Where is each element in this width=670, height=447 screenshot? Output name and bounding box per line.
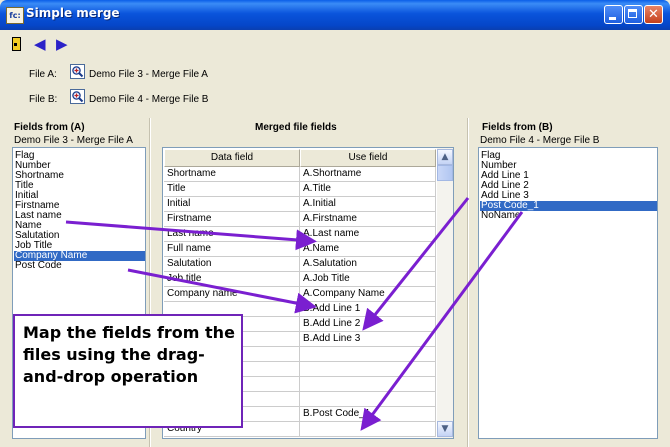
arrow-postcode-to-row [360,211,524,431]
simple-merge-window: fc: Simple merge ✕ ◀ ▶ File A: Demo File… [0,0,670,447]
instruction-callout: Map the fields from the files using the … [13,314,243,428]
arrow-company-to-row [127,268,317,314]
arrow-lastname-to-row [65,220,317,251]
